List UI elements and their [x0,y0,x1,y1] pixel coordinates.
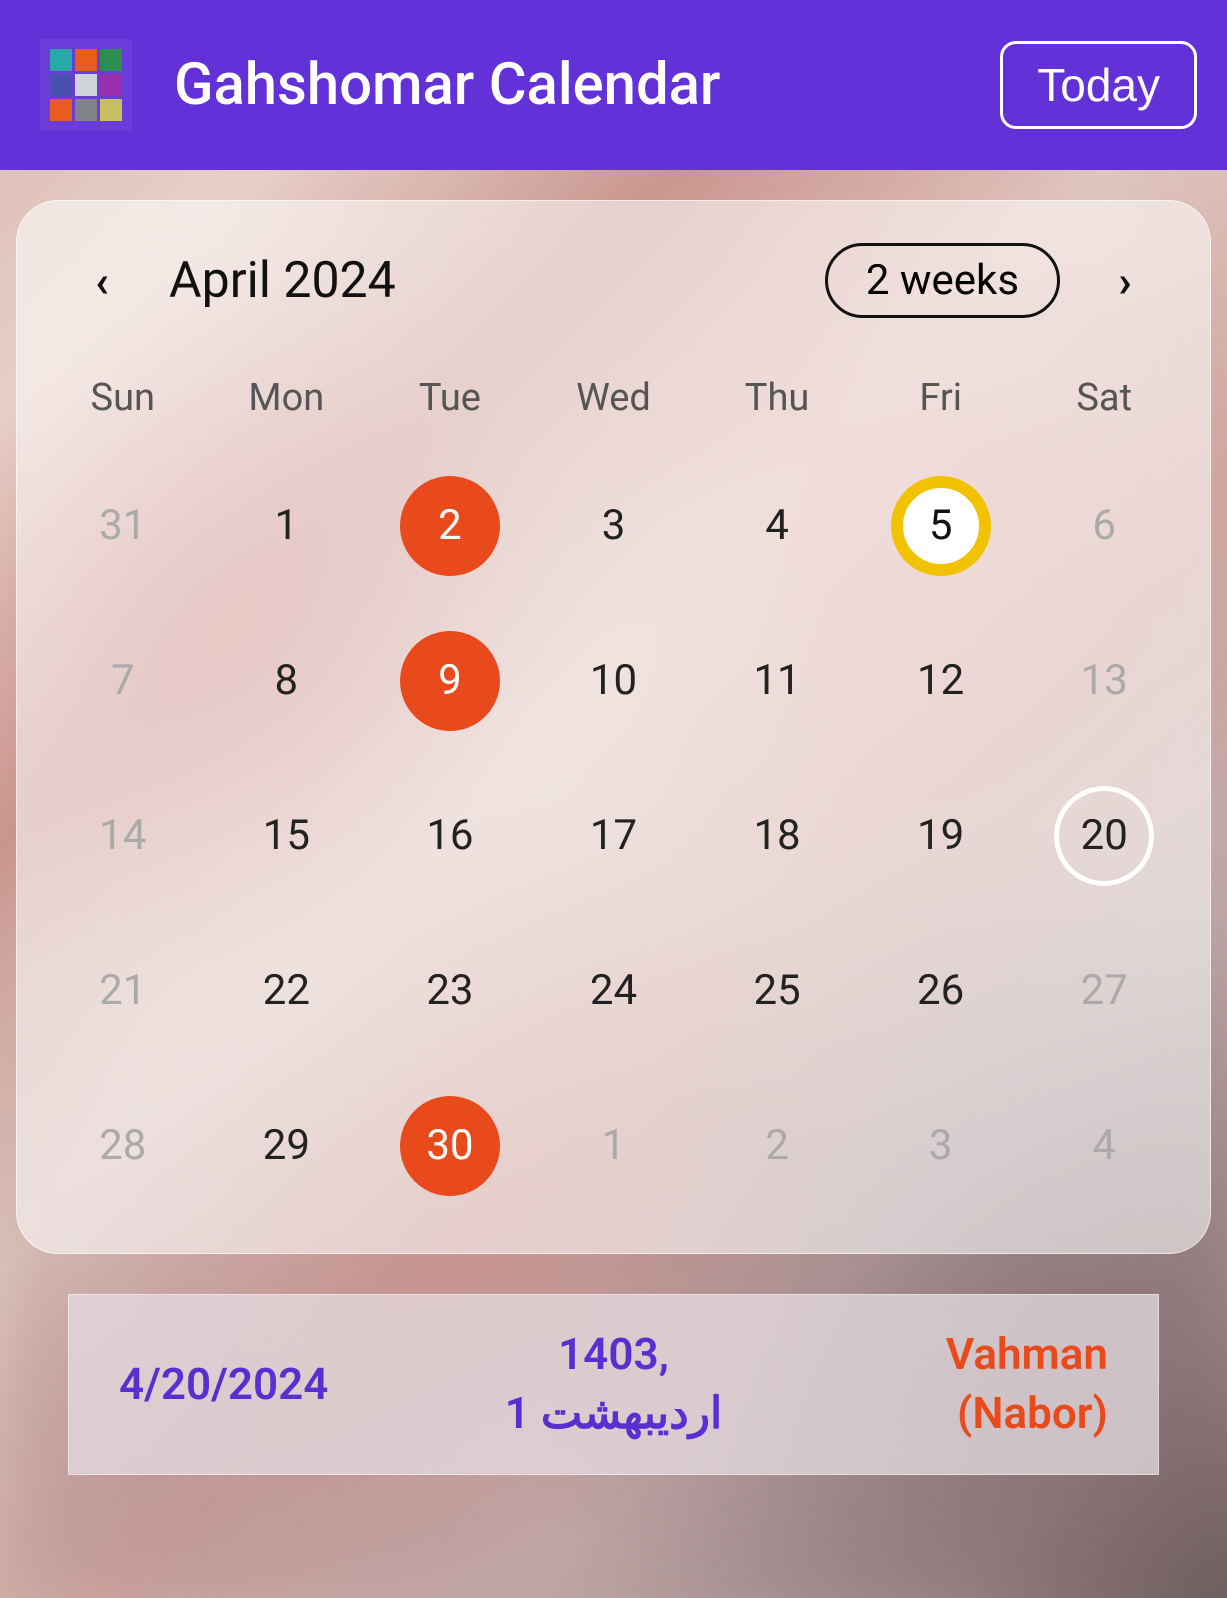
weekday-header: Sat [1022,366,1186,448]
chevron-left-icon: ‹ [95,255,109,307]
day-cell[interactable]: 3 [859,1068,1023,1223]
day-cell[interactable]: 1 [532,1068,696,1223]
gregorian-date: 4/20/2024 [119,1358,428,1410]
weekday-header: Sun [41,366,205,448]
weekday-header: Wed [532,366,696,448]
day-cell[interactable]: 25 [695,913,859,1068]
day-cell[interactable]: 5 [859,448,1023,603]
day-cell[interactable]: 27 [1022,913,1186,1068]
day-cell[interactable]: 1 [205,448,369,603]
prev-month-button[interactable]: ‹ [77,256,127,306]
day-cell[interactable]: 11 [695,603,859,758]
calendar-header: ‹ April 2024 2 weeks › [41,243,1186,318]
day-cell[interactable]: 29 [205,1068,369,1223]
month-label[interactable]: April 2024 [169,252,825,310]
day-cell[interactable]: 30 [368,1068,532,1223]
day-cell[interactable]: 9 [368,603,532,758]
day-cell[interactable]: 24 [532,913,696,1068]
day-cell[interactable]: 28 [41,1068,205,1223]
day-cell[interactable]: 10 [532,603,696,758]
date-info-bar: 4/20/2024 1403, اردیبهشت 1 Vahman (Nabor… [68,1294,1159,1475]
weekday-row: SunMonTueWedThuFriSat [41,366,1186,448]
day-cell[interactable]: 8 [205,603,369,758]
day-cell[interactable]: 3 [532,448,696,603]
app-logo-icon [40,39,132,131]
day-cell[interactable]: 4 [1022,1068,1186,1223]
day-cell[interactable]: 23 [368,913,532,1068]
today-button[interactable]: Today [1000,41,1197,129]
day-cell[interactable]: 2 [368,448,532,603]
calendar-card: ‹ April 2024 2 weeks › SunMonTueWedThuFr… [16,200,1211,1254]
app-title: Gahshomar Calendar [174,51,1000,119]
day-cell[interactable]: 4 [695,448,859,603]
next-month-button[interactable]: › [1100,256,1150,306]
day-cell[interactable]: 20 [1022,758,1186,913]
day-cell[interactable]: 14 [41,758,205,913]
day-cell[interactable]: 26 [859,913,1023,1068]
day-cell[interactable]: 6 [1022,448,1186,603]
day-cell[interactable]: 15 [205,758,369,913]
app-header: Gahshomar Calendar Today [0,0,1227,170]
day-cell[interactable]: 2 [695,1068,859,1223]
day-cell[interactable]: 7 [41,603,205,758]
weekday-header: Fri [859,366,1023,448]
day-cell[interactable]: 13 [1022,603,1186,758]
zoroastrian-day: Vahman (Nabor) [799,1325,1108,1444]
day-cell[interactable]: 31 [41,448,205,603]
weekday-header: Thu [695,366,859,448]
view-mode-pill[interactable]: 2 weeks [825,243,1060,318]
weekday-header: Tue [368,366,532,448]
day-cell[interactable]: 18 [695,758,859,913]
day-cell[interactable]: 21 [41,913,205,1068]
day-cell[interactable]: 17 [532,758,696,913]
day-cell[interactable]: 12 [859,603,1023,758]
chevron-right-icon: › [1118,255,1131,307]
persian-date: 1403, اردیبهشت 1 [428,1325,799,1444]
days-grid: 3112345678910111213141516171819202122232… [41,448,1186,1223]
day-cell[interactable]: 19 [859,758,1023,913]
day-cell[interactable]: 16 [368,758,532,913]
day-cell[interactable]: 22 [205,913,369,1068]
weekday-header: Mon [205,366,369,448]
